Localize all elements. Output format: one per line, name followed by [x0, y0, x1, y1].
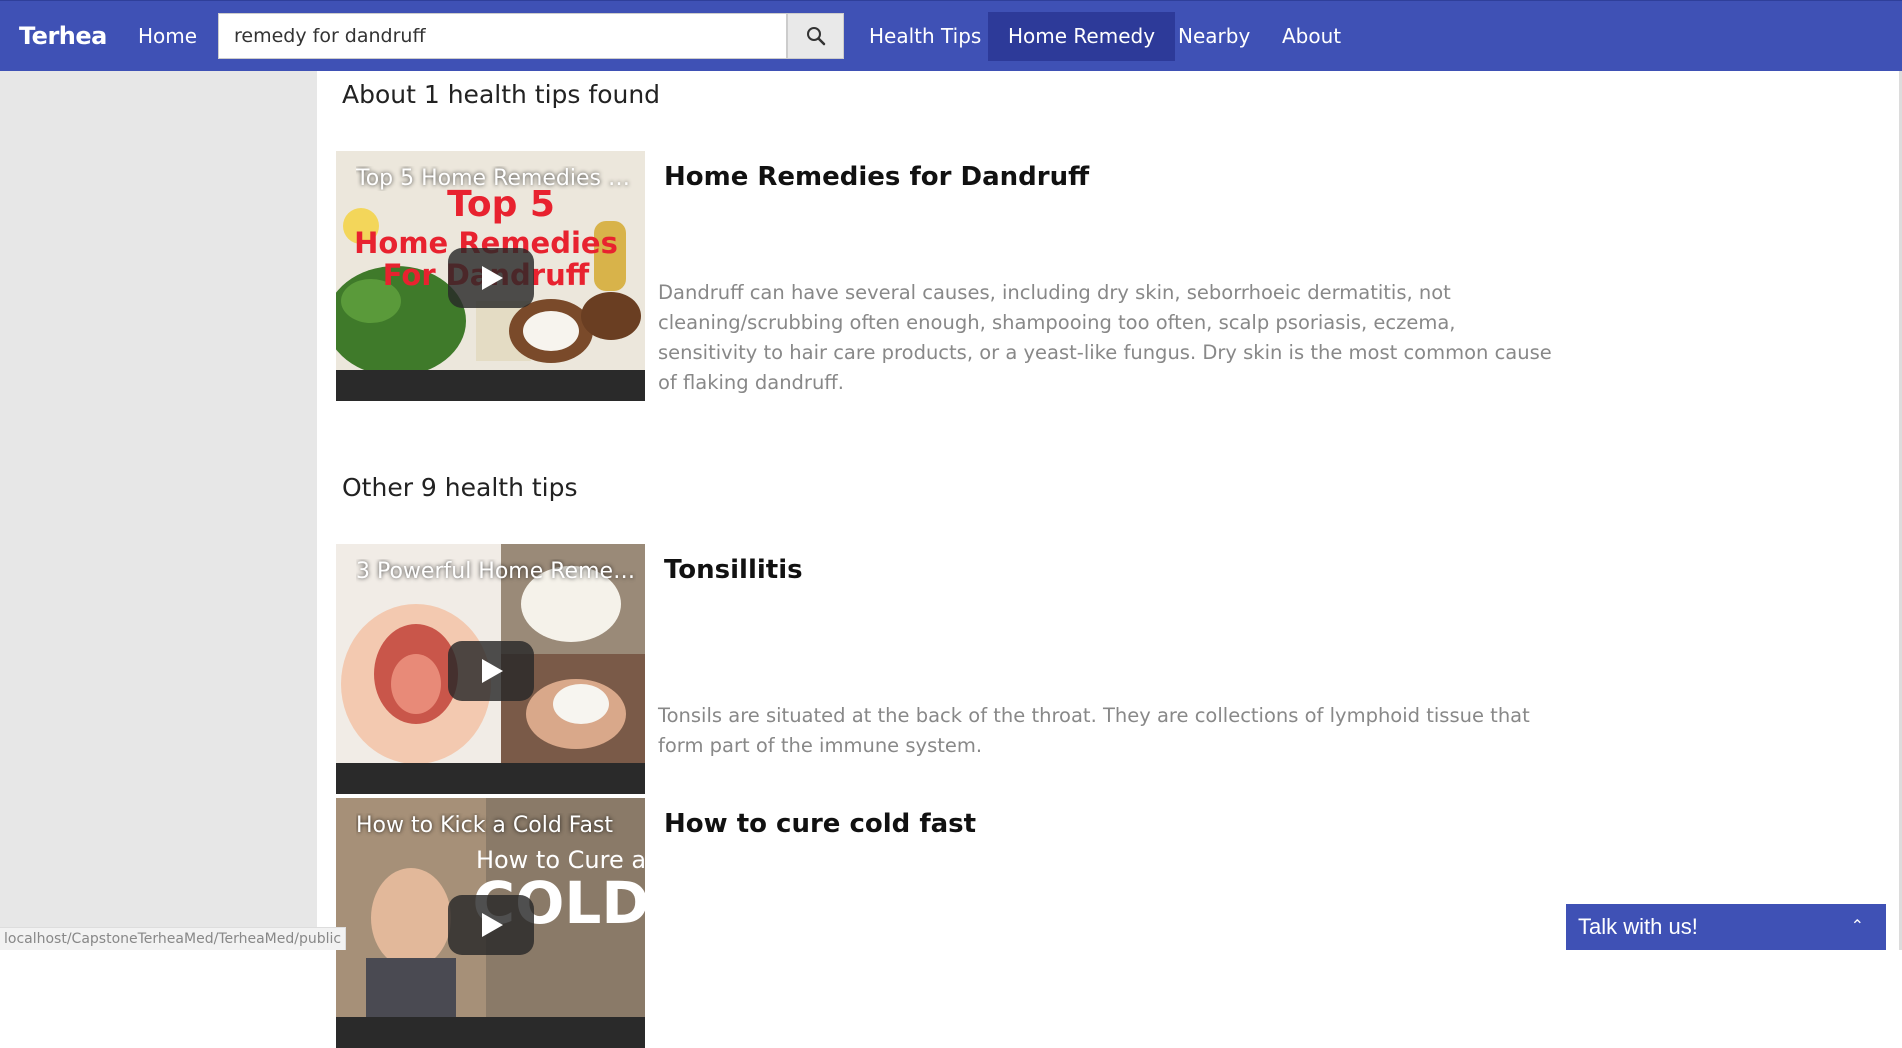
chat-widget[interactable]: Talk with us! ⌃ [1566, 904, 1886, 950]
nav-health-tips[interactable]: Health Tips [849, 12, 1001, 61]
tip-title[interactable]: How to cure cold fast [664, 809, 976, 839]
video-title: How to Kick a Cold Fast [356, 813, 614, 838]
nav-about[interactable]: About [1262, 12, 1361, 61]
brand-logo[interactable]: Terhea [19, 1, 107, 72]
nav-home[interactable]: Home [118, 12, 217, 61]
video-thumbnail[interactable]: Top 5 Home Remedies For Dandruff Top 5 H… [336, 151, 645, 401]
tip-description: Tonsils are situated at the back of the … [658, 704, 1530, 757]
video-thumbnail[interactable]: 3 Powerful Home Remedi... [336, 544, 645, 794]
other-heading: Other 9 health tips [342, 473, 578, 502]
video-title: 3 Powerful Home Remedi... [356, 559, 636, 584]
search-button[interactable] [787, 13, 844, 59]
nav-nearby[interactable]: Nearby [1158, 12, 1270, 61]
play-icon[interactable] [448, 895, 534, 955]
play-icon[interactable] [448, 248, 534, 308]
play-icon[interactable] [448, 641, 534, 701]
search-icon [806, 27, 825, 46]
nav-home-remedy[interactable]: Home Remedy [988, 12, 1176, 61]
tip-description: Dandruff can have several causes, includ… [658, 281, 1552, 394]
tip-title[interactable]: Home Remedies for Dandruff [664, 162, 1089, 192]
video-title: Top 5 Home Remedies Fo... [356, 166, 636, 191]
status-bar-url: localhost/CapstoneTerheaMed/TerheaMed/pu… [0, 927, 347, 950]
tip-title[interactable]: Tonsillitis [664, 555, 803, 585]
chevron-up-icon[interactable]: ⌃ [1851, 904, 1864, 950]
search-input[interactable] [218, 13, 787, 59]
chat-label: Talk with us! [1578, 914, 1698, 939]
video-thumbnail[interactable]: How to Cure a COLD How to Kick a Cold Fa… [336, 798, 645, 1048]
sidebar [0, 71, 317, 950]
results-heading: About 1 health tips found [342, 80, 661, 109]
navbar: Terhea Home Health Tips Home Remedy Near… [0, 0, 1902, 71]
